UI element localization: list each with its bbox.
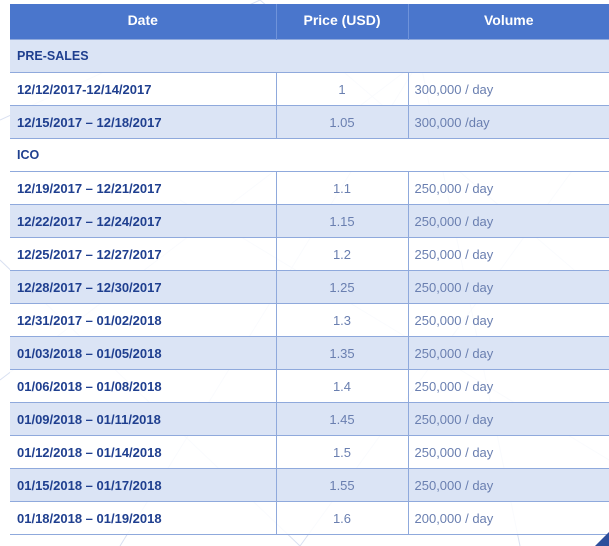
date-cell: 12/22/2017 – 12/24/2017 <box>10 204 277 238</box>
column-header-date: Date <box>10 4 276 40</box>
table-row: 01/15/2018 – 01/17/2018 1.55 250,000 / day <box>10 468 609 502</box>
price-cell: 1.35 <box>275 336 409 370</box>
volume-cell: 250,000 / day <box>407 270 609 304</box>
volume-cell: 250,000 / day <box>407 336 609 370</box>
price-cell: 1 <box>275 72 409 106</box>
date-cell: 01/06/2018 – 01/08/2018 <box>10 369 277 403</box>
volume-cell: 250,000 / day <box>407 468 609 502</box>
table-row: 01/18/2018 – 01/19/2018 1.6 200,000 / day <box>10 501 609 535</box>
price-cell: 1.1 <box>275 171 409 205</box>
price-cell: 1.45 <box>275 402 409 436</box>
table-row: 01/06/2018 – 01/08/2018 1.4 250,000 / day <box>10 369 609 403</box>
volume-cell: 250,000 / day <box>407 171 609 205</box>
price-cell: 1.2 <box>275 237 409 271</box>
price-cell: 1.15 <box>275 204 409 238</box>
date-cell: 12/31/2017 – 01/02/2018 <box>10 303 277 337</box>
price-cell: 1.55 <box>275 468 409 502</box>
date-cell: 12/15/2017 – 12/18/2017 <box>10 105 277 139</box>
section-row: PRE-SALES <box>10 39 609 73</box>
volume-cell: 250,000 / day <box>407 204 609 238</box>
date-cell: 12/28/2017 – 12/30/2017 <box>10 270 277 304</box>
volume-cell: 250,000 / day <box>407 435 609 469</box>
volume-cell: 300,000 /day <box>407 105 609 139</box>
column-header-volume: Volume <box>407 4 609 40</box>
date-cell: 12/12/2017-12/14/2017 <box>10 72 277 106</box>
table-row: 12/22/2017 – 12/24/2017 1.15 250,000 / day <box>10 204 609 238</box>
date-cell: 01/15/2018 – 01/17/2018 <box>10 468 277 502</box>
price-cell: 1.25 <box>275 270 409 304</box>
column-header-price: Price (USD) <box>275 4 408 40</box>
table-body: PRE-SALES 12/12/2017-12/14/2017 1 300,000 /… <box>10 39 609 535</box>
table-row: 12/19/2017 – 12/21/2017 1.1 250,000 / day <box>10 171 609 205</box>
volume-cell: 250,000 / day <box>407 402 609 436</box>
table-row: 01/12/2018 – 01/14/2018 1.5 250,000 / day <box>10 435 609 469</box>
price-cell: 1.6 <box>275 501 409 535</box>
table-row: 12/15/2017 – 12/18/2017 1.05 300,000 /day <box>10 105 609 139</box>
section-row: ICO <box>10 138 609 172</box>
section-title: PRE-SALES <box>10 39 609 73</box>
date-cell: 12/19/2017 – 12/21/2017 <box>10 171 277 205</box>
volume-cell: 250,000 / day <box>407 303 609 337</box>
volume-cell: 200,000 / day <box>407 501 609 535</box>
price-cell: 1.3 <box>275 303 409 337</box>
corner-decoration <box>595 532 609 546</box>
volume-cell: 250,000 / day <box>407 237 609 271</box>
table-row: 01/03/2018 – 01/05/2018 1.35 250,000 / day <box>10 336 609 370</box>
price-schedule-table: Date Price (USD) Volume PRE-SALES 12/12/2… <box>10 4 609 535</box>
date-cell: 01/12/2018 – 01/14/2018 <box>10 435 277 469</box>
volume-cell: 300,000 / day <box>407 72 609 106</box>
table-row: 12/25/2017 – 12/27/2017 1.2 250,000 / day <box>10 237 609 271</box>
price-cell: 1.5 <box>275 435 409 469</box>
table-row: 12/31/2017 – 01/02/2018 1.3 250,000 / day <box>10 303 609 337</box>
table-header-row: Date Price (USD) Volume <box>10 4 609 40</box>
date-cell: 01/18/2018 – 01/19/2018 <box>10 501 277 535</box>
volume-cell: 250,000 / day <box>407 369 609 403</box>
price-cell: 1.4 <box>275 369 409 403</box>
date-cell: 01/09/2018 – 01/11/2018 <box>10 402 277 436</box>
table-row: 12/12/2017-12/14/2017 1 300,000 / day <box>10 72 609 106</box>
section-title: ICO <box>10 138 609 172</box>
date-cell: 12/25/2017 – 12/27/2017 <box>10 237 277 271</box>
table-row: 01/09/2018 – 01/11/2018 1.45 250,000 / day <box>10 402 609 436</box>
table-row: 12/28/2017 – 12/30/2017 1.25 250,000 / day <box>10 270 609 304</box>
price-cell: 1.05 <box>275 105 409 139</box>
sales-schedule-panel: Date Price (USD) Volume PRE-SALES 12/12/2… <box>0 0 609 546</box>
date-cell: 01/03/2018 – 01/05/2018 <box>10 336 277 370</box>
